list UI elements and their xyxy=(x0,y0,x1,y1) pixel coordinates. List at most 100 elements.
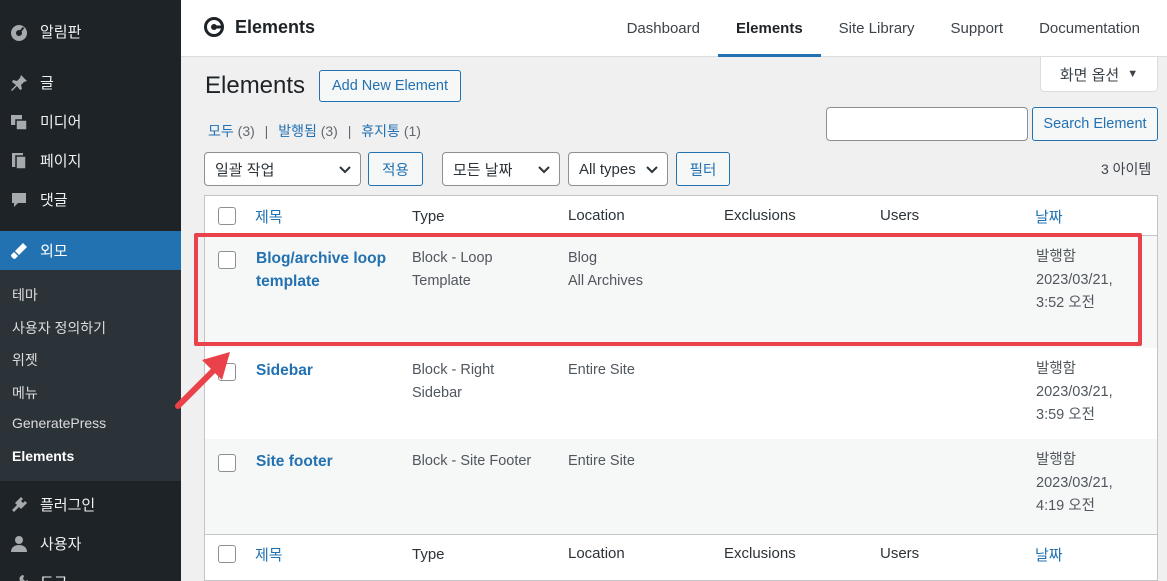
sidebar-item-label: 댓글 xyxy=(40,192,68,209)
column-users: Users xyxy=(880,545,920,562)
view-all-count: (3) xyxy=(237,123,255,139)
add-new-element-button[interactable]: Add New Element xyxy=(319,70,461,102)
sidebar-item-label: 사용자 xyxy=(40,536,82,553)
column-date[interactable]: 날짜 xyxy=(1035,544,1063,565)
select-all-checkbox[interactable] xyxy=(218,545,236,563)
column-users: Users xyxy=(880,207,920,224)
row-location: Entire Site xyxy=(568,362,635,378)
column-exclusions: Exclusions xyxy=(724,207,796,224)
admin-sidebar: 알림판 글 미디어 페이지 댓글 외모 테마 사용자 정의하기 위젯 메뉴 Ge… xyxy=(0,0,181,581)
brand: Elements xyxy=(203,16,315,38)
media-icon xyxy=(8,111,30,133)
row-date: 발행함 2023/03/21, 4:19 오전 xyxy=(1036,452,1113,514)
appearance-submenu: 테마 사용자 정의하기 위젯 메뉴 GeneratePress Elements xyxy=(0,270,181,481)
tab-documentation[interactable]: Documentation xyxy=(1021,0,1167,57)
sidebar-item-label: 도구 xyxy=(40,572,68,581)
select-all-checkbox[interactable] xyxy=(218,207,236,225)
search-input[interactable] xyxy=(826,107,1028,141)
highlight-box xyxy=(194,233,1142,346)
tab-site-library[interactable]: Site Library xyxy=(821,0,933,57)
row-location: Entire Site xyxy=(568,453,635,469)
pin-icon xyxy=(8,72,30,94)
brand-title: Elements xyxy=(235,16,316,37)
row-title-link[interactable]: Site footer xyxy=(256,450,396,473)
tab-support[interactable]: Support xyxy=(933,0,1022,57)
plugin-header: Elements Dashboard Elements Site Library… xyxy=(181,0,1167,57)
users-icon xyxy=(8,533,30,555)
view-trash-link[interactable]: 휴지통 xyxy=(361,123,400,139)
column-type: Type xyxy=(412,208,445,225)
submenu-item-generatepress[interactable]: GeneratePress xyxy=(0,408,181,441)
item-count: 3 아이템 xyxy=(1101,161,1152,177)
sidebar-item-label: 글 xyxy=(40,75,54,92)
submenu-item-widgets[interactable]: 위젯 xyxy=(0,343,181,376)
sidebar-item-media[interactable]: 미디어 xyxy=(0,102,181,141)
dates-value: 모든 날짜 xyxy=(453,161,513,179)
sidebar-item-tools[interactable]: 도구 xyxy=(0,563,181,581)
table-header: 제목 Type Location Exclusions Users 날짜 xyxy=(205,196,1157,236)
column-location: Location xyxy=(568,207,625,224)
chevron-down-icon xyxy=(538,166,550,174)
sidebar-item-label: 플러그인 xyxy=(40,497,96,514)
sidebar-item-label: 알림판 xyxy=(40,24,82,41)
view-published-count: (3) xyxy=(320,123,338,139)
chevron-down-icon xyxy=(646,166,658,174)
view-all-link[interactable]: 모두 xyxy=(208,123,234,139)
appearance-icon xyxy=(8,240,30,262)
row-date: 발행함 2023/03/21, 3:59 오전 xyxy=(1036,361,1113,423)
annotation-arrow-icon xyxy=(175,352,230,409)
generatepress-logo-icon xyxy=(204,17,224,37)
view-trash-count: (1) xyxy=(403,123,421,139)
sidebar-item-label: 외모 xyxy=(40,243,68,260)
submenu-item-elements[interactable]: Elements xyxy=(0,441,181,474)
sidebar-item-posts[interactable]: 글 xyxy=(0,63,181,102)
plugins-icon xyxy=(8,494,30,516)
sidebar-item-comments[interactable]: 댓글 xyxy=(0,180,181,219)
search-element-button[interactable]: Search Element xyxy=(1032,107,1158,141)
table-row: Site footer Block - Site Footer Entire S… xyxy=(205,439,1157,534)
sidebar-item-appearance[interactable]: 외모 xyxy=(0,231,181,270)
pages-icon xyxy=(8,150,30,172)
types-select[interactable]: All types xyxy=(568,152,668,186)
row-checkbox[interactable] xyxy=(218,454,236,472)
submenu-item-customize[interactable]: 사용자 정의하기 xyxy=(0,311,181,344)
column-title[interactable]: 제목 xyxy=(255,544,283,565)
header-tabs: Dashboard Elements Site Library Support … xyxy=(609,0,1167,57)
row-type: Block - Site Footer xyxy=(412,453,532,469)
sidebar-item-plugins[interactable]: 플러그인 xyxy=(0,485,181,524)
sidebar-item-dashboard[interactable]: 알림판 xyxy=(0,12,181,51)
submenu-item-themes[interactable]: 테마 xyxy=(0,278,181,311)
sidebar-item-pages[interactable]: 페이지 xyxy=(0,141,181,180)
comments-icon xyxy=(8,189,30,211)
column-type: Type xyxy=(412,546,445,563)
submenu-item-menus[interactable]: 메뉴 xyxy=(0,376,181,409)
view-filters: 모두 (3) | 발행됨 (3) | 휴지통 (1) xyxy=(208,123,421,139)
types-value: All types xyxy=(579,160,636,178)
tab-dashboard[interactable]: Dashboard xyxy=(609,0,718,57)
column-date[interactable]: 날짜 xyxy=(1035,206,1063,227)
column-title[interactable]: 제목 xyxy=(255,206,283,227)
dates-select[interactable]: 모든 날짜 xyxy=(442,152,560,186)
sidebar-item-users[interactable]: 사용자 xyxy=(0,524,181,563)
sidebar-item-label: 페이지 xyxy=(40,153,82,170)
bulk-actions-value: 일괄 작업 xyxy=(215,161,275,179)
tab-elements[interactable]: Elements xyxy=(717,0,821,57)
screen-options-button[interactable]: 화면 옵션 ▼ xyxy=(1040,57,1158,92)
tools-icon xyxy=(8,572,30,581)
caret-down-icon: ▼ xyxy=(1127,68,1139,80)
row-type: Block - Right Sidebar xyxy=(412,362,495,401)
chevron-down-icon xyxy=(339,166,351,174)
table-row: Sidebar Block - Right Sidebar Entire Site… xyxy=(205,348,1157,439)
view-published-link[interactable]: 발행됨 xyxy=(278,123,317,139)
row-title-link[interactable]: Sidebar xyxy=(256,359,396,382)
apply-button[interactable]: 적용 xyxy=(368,152,423,186)
dashboard-icon xyxy=(8,21,30,43)
sidebar-item-label: 미디어 xyxy=(40,114,82,131)
column-location: Location xyxy=(568,545,625,562)
filter-button[interactable]: 필터 xyxy=(676,152,730,186)
table-footer: 제목 Type Location Exclusions Users 날짜 xyxy=(205,534,1157,581)
screen-options-label: 화면 옵션 xyxy=(1059,66,1120,84)
bulk-actions-select[interactable]: 일괄 작업 xyxy=(204,152,361,186)
column-exclusions: Exclusions xyxy=(724,545,796,562)
page-title: Elements xyxy=(205,72,306,99)
